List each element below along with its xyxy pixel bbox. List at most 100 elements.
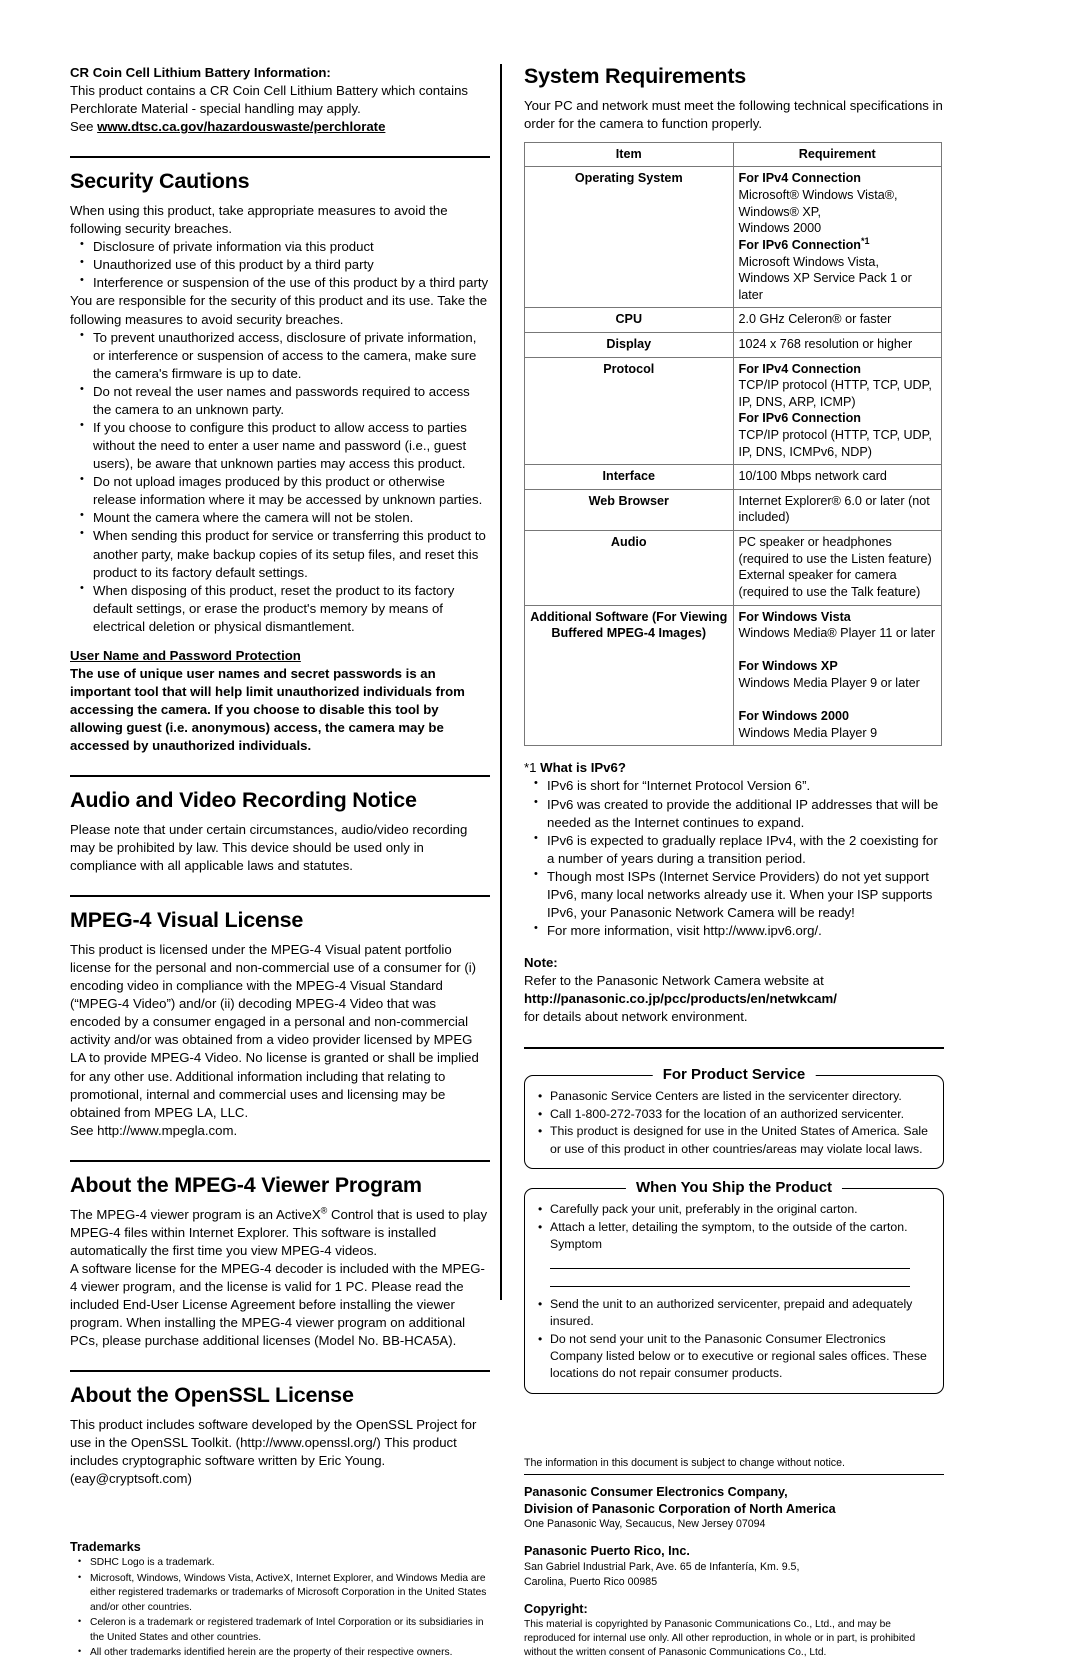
list-item: Do not upload images produced by this pr… <box>80 472 490 509</box>
ship-product-list-top: Carefully pack your unit, preferably in … <box>537 1201 933 1236</box>
symptom-label: Symptom <box>550 1237 602 1252</box>
table-cell-requirement: 2.0 GHz Celeron® or faster <box>732 307 942 333</box>
ship-product-box: When You Ship the Product Carefully pack… <box>524 1179 944 1394</box>
puerto-rico-address-line2: Carolina, Puerto Rico 00985 <box>524 1576 658 1589</box>
copyright-body: This material is copyrighted by Panasoni… <box>524 1618 916 1658</box>
product-service-title: For Product Service <box>652 1066 816 1084</box>
right-column: System Requirements Your PC and network … <box>524 64 944 1660</box>
section-divider <box>524 1047 944 1050</box>
list-item: Mount the camera where the camera will n… <box>80 508 490 527</box>
column-header-item: Item <box>524 141 734 168</box>
security-cautions-intro: When using this product, take appropriat… <box>70 203 448 237</box>
note-line1: Refer to the Panasonic Network Camera we… <box>524 973 824 989</box>
see-label: See <box>70 119 98 135</box>
requirement-line: Windows Media® Player 11 or later <box>738 626 936 641</box>
security-responsibility-text: You are responsible for the security of … <box>70 293 488 327</box>
footnote-heading-text: What is IPv6? <box>540 760 626 776</box>
av-recording-title: Audio and Video Recording Notice <box>70 788 417 813</box>
footnote-marker: *1 <box>524 760 537 776</box>
trademarks-title: Trademarks <box>70 1540 141 1555</box>
requirement-line: External speaker for camera (required to… <box>738 568 921 599</box>
table-row: CPU 2.0 GHz Celeron® or faster <box>524 307 942 333</box>
list-item: For more information, visit http://www.i… <box>534 921 944 940</box>
ship-product-title: When You Ship the Product <box>625 1179 843 1197</box>
section-divider <box>70 1370 490 1373</box>
requirement-subheading: For Windows XP <box>738 659 838 674</box>
list-item: All other trademarks identified herein a… <box>78 1645 490 1660</box>
column-header-requirement: Requirement <box>732 141 942 168</box>
openssl-title: About the OpenSSL License <box>70 1383 354 1408</box>
list-item: Attach a letter, detailing the symptom, … <box>537 1219 933 1236</box>
table-row: Audio PC speaker or headphones (required … <box>524 530 942 606</box>
requirement-line: Windows Media Player 9 <box>738 725 878 740</box>
product-service-list: Panasonic Service Centers are listed in … <box>537 1088 933 1158</box>
column-divider <box>500 64 502 1300</box>
list-item: Microsoft, Windows, Windows Vista, Activ… <box>78 1571 490 1615</box>
list-item: Carefully pack your unit, preferably in … <box>537 1201 933 1218</box>
table-cell-requirement: Internet Explorer® 6.0 or later (not inc… <box>732 488 942 532</box>
requirement-line: 1024 x 768 resolution or higher <box>738 336 913 351</box>
table-cell-requirement: For IPv4 Connection Microsoft® Windows Vi… <box>732 166 942 309</box>
list-item: Interference or suspension of the use of… <box>80 273 490 292</box>
requirement-line <box>739 692 937 709</box>
note-line2: for details about network environment. <box>524 1009 748 1025</box>
requirement-line: Windows XP Service Pack 1 or later <box>738 271 912 302</box>
table-cell-item: Additional Software (For Viewing Buffere… <box>524 604 734 747</box>
note-url[interactable]: http://panasonic.co.jp/pcc/products/en/n… <box>524 990 944 1008</box>
requirement-subheading: For IPv6 Connection*1 <box>738 235 870 252</box>
battery-notice-line1: This product contains a CR Coin Cell Lit… <box>70 83 469 99</box>
table-row: Operating System For IPv4 Connection Micro… <box>524 166 942 309</box>
security-cautions-title: Security Cautions <box>70 169 250 194</box>
list-item: IPv6 is short for “Internet Protocol Ver… <box>534 776 944 795</box>
password-protection-heading: User Name and Password Protection <box>70 647 301 663</box>
company-name-line1: Panasonic Consumer Electronics Company, <box>524 1484 788 1499</box>
system-requirements-table: Item Requirement Operating System For IPv… <box>524 141 942 747</box>
system-requirements-title: System Requirements <box>524 64 747 88</box>
ship-product-list-bottom: Send the unit to an authorized servicent… <box>537 1296 933 1383</box>
list-item: Call 1-800-272-7033 for the location of … <box>537 1106 933 1123</box>
perchlorate-link[interactable]: www.dtsc.ca.gov/hazardouswaste/perchlora… <box>97 119 385 134</box>
table-cell-item: Operating System <box>524 166 734 309</box>
trademarks-list: SDHC Logo is a trademark. Microsoft, Win… <box>70 1555 490 1660</box>
table-cell-requirement: For IPv4 Connection TCP/IP protocol (HTTP… <box>732 356 942 466</box>
table-header-row: Item Requirement <box>524 141 942 168</box>
mpeg4-license-see: See http://www.mpegla.com. <box>70 1122 238 1138</box>
copyright-label: Copyright: <box>524 1601 588 1616</box>
table-row: Display 1024 x 768 resolution or higher <box>524 331 942 358</box>
company-address: One Panasonic Way, Secaucus, New Jersey … <box>524 1518 766 1531</box>
table-cell-item: Interface <box>524 464 734 490</box>
footer-divider <box>524 1473 944 1475</box>
mpeg4-viewer-para1-a: The MPEG-4 viewer program is an ActiveX <box>70 1206 321 1222</box>
security-measures-list: To prevent unauthorized access, disclosu… <box>70 328 490 636</box>
puerto-rico-address-line1: San Gabriel Industrial Park, Ave. 65 de … <box>524 1561 800 1574</box>
section-divider <box>70 775 490 778</box>
table-cell-item: Protocol <box>524 356 734 466</box>
ipv6-footnote-heading: *1 What is IPv6? <box>524 759 944 777</box>
network-note-block: Note: Refer to the Panasonic Network Cam… <box>524 954 944 1026</box>
battery-notice-line2: Perchlorate Material - special handling … <box>70 101 361 117</box>
requirement-line <box>739 642 937 659</box>
list-item: When sending this product for service or… <box>80 526 490 581</box>
table-cell-item: CPU <box>524 307 734 333</box>
battery-notice-see: See www.dtsc.ca.gov/hazardouswaste/perch… <box>70 118 490 136</box>
battery-notice-block: CR Coin Cell Lithium Battery Information… <box>70 64 490 136</box>
table-cell-item: Display <box>524 331 734 358</box>
requirement-line: Microsoft® Windows Vista®, Windows® XP, <box>738 188 898 219</box>
table-row: Interface 10/100 Mbps network card <box>524 464 942 490</box>
list-item: Panasonic Service Centers are listed in … <box>537 1088 933 1105</box>
requirement-line: TCP/IP protocol (HTTP, TCP, UDP, IP, DNS… <box>738 378 932 409</box>
footer-change-notice: The information in this document is subj… <box>524 1456 845 1469</box>
mpeg4-viewer-para1: The MPEG-4 viewer program is an ActiveX®… <box>70 1206 490 1260</box>
symptom-write-line-1 <box>550 1267 910 1269</box>
openssl-body: This product includes software developed… <box>70 1416 477 1487</box>
list-item: Do not reveal the user names and passwor… <box>80 382 490 419</box>
table-row: Protocol For IPv4 Connection TCP/IP protoc… <box>524 356 942 466</box>
mpeg4-license-body: This product is licensed under the MPEG-… <box>70 941 479 1120</box>
left-column: CR Coin Cell Lithium Battery Information… <box>70 64 490 1662</box>
requirement-subheading: For IPv4 Connection <box>738 171 861 186</box>
security-breaches-list: Disclosure of private information via th… <box>70 237 490 292</box>
note-label: Note: <box>524 955 558 971</box>
table-cell-item: Audio <box>524 530 734 606</box>
requirement-line: 2.0 GHz Celeron® or faster <box>738 312 892 327</box>
product-service-box: For Product Service Panasonic Service Ce… <box>524 1066 944 1170</box>
